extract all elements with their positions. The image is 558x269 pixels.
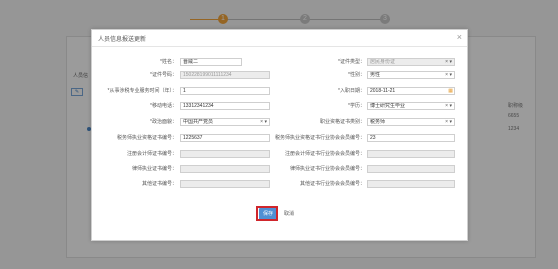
gender-label: *性别：: [348, 72, 365, 78]
other-member-input: [367, 180, 455, 188]
other-cert-input: [180, 180, 270, 188]
dialog-header: 人员信息报送更新 ×: [92, 30, 467, 47]
name-label: *姓名：: [160, 59, 177, 65]
person-info-dialog: 人员信息报送更新 × *姓名： 晋威二 *证件号码： 1502281990111…: [91, 29, 468, 241]
dialog-title: 人员信息报送更新: [98, 37, 147, 43]
political-status-label: *政治面貌：: [150, 119, 177, 125]
chevron-down-icon: × ▾: [445, 72, 452, 78]
id-type-value: 居民身份证: [370, 59, 396, 65]
lawyer-member-input: [367, 165, 455, 173]
cpa-cert-label: 注册会计师证书编号：: [126, 151, 177, 157]
other-cert-label: 其他证书编号：: [141, 181, 177, 187]
lawyer-cert-label: 律师执业证书编号：: [131, 166, 177, 172]
id-type-label: *证件类型：: [338, 59, 365, 65]
hire-date-value: 2018-11-21: [370, 88, 396, 94]
id-type-select: 居民身份证 × ▾: [367, 58, 455, 66]
education-value: 博士研究生毕业: [370, 103, 406, 109]
qualification-type-select[interactable]: 税务师 × ▾: [367, 118, 455, 126]
cpa-member-input: [367, 150, 455, 158]
qualification-type-label: 职业资格证书类别：: [319, 119, 365, 125]
tax-cert-input[interactable]: 1225637: [180, 134, 270, 142]
close-icon[interactable]: ×: [457, 32, 462, 42]
qualification-type-value: 税务师: [370, 119, 386, 125]
chevron-down-icon: × ▾: [445, 119, 452, 125]
chevron-down-icon: × ▾: [260, 119, 267, 125]
chevron-down-icon: × ▾: [445, 103, 452, 109]
cpa-cert-input: [180, 150, 270, 158]
service-years-label: *从事涉税专业服务时间（年）：: [107, 88, 177, 94]
education-select[interactable]: 博士研究生毕业 × ▾: [367, 102, 455, 110]
id-number-label: *证件号码：: [150, 72, 177, 78]
tax-member-label: 税务师执业资格证书行业协会会员编号：: [274, 135, 365, 141]
mobile-label: *移动电话：: [150, 103, 177, 109]
hire-date-input[interactable]: 2018-11-21 ▦: [367, 87, 455, 95]
hire-date-label: *入职日期：: [338, 88, 365, 94]
tax-member-input[interactable]: 23: [367, 134, 455, 142]
mobile-input[interactable]: 13312341234: [180, 102, 270, 110]
lawyer-cert-input: [180, 165, 270, 173]
cpa-member-label: 注册会计师证书行业协会会员编号：: [284, 151, 365, 157]
political-status-select[interactable]: 中国共产党员 × ▾: [180, 118, 270, 126]
save-highlight-box: [256, 206, 278, 221]
education-label: *学历：: [348, 103, 365, 109]
chevron-down-icon: × ▾: [445, 59, 452, 65]
calendar-icon[interactable]: ▦: [448, 88, 453, 94]
id-number-input: 150228199011111234: [180, 71, 270, 79]
other-member-label: 其他证书行业协会会员编号：: [299, 181, 365, 187]
cancel-button[interactable]: 取消: [282, 208, 296, 220]
gender-select[interactable]: 男性 × ▾: [367, 71, 455, 79]
name-input[interactable]: 晋威二: [180, 58, 242, 66]
lawyer-member-label: 律师执业证书行业协会会员编号：: [289, 166, 365, 172]
gender-value: 男性: [370, 72, 381, 78]
service-years-input[interactable]: 1: [180, 87, 270, 95]
political-status-value: 中国共产党员: [183, 119, 214, 125]
tax-cert-label: 税务师执业资格证书编号：: [116, 135, 177, 141]
